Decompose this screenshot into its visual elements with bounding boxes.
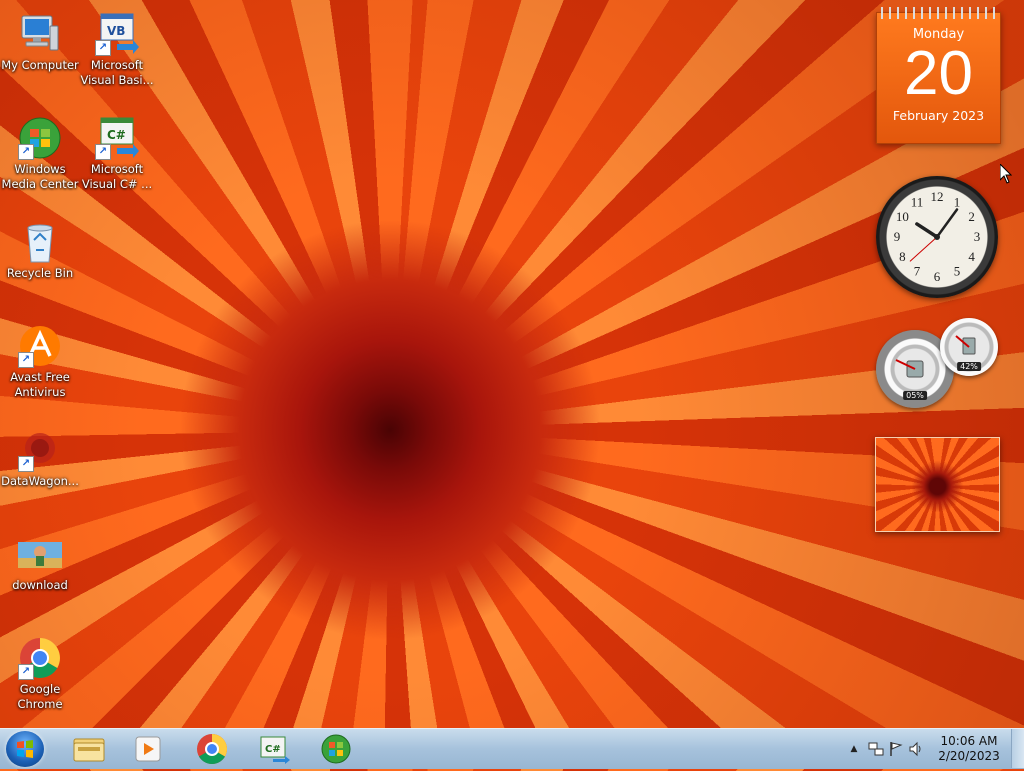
image-file-icon: [18, 532, 62, 576]
svg-text:C#: C#: [265, 744, 281, 755]
desktop-icon-windows-media-center[interactable]: ↗ Windows Media Center: [0, 110, 80, 192]
desktop-icon-label: Google Chrome: [17, 682, 63, 711]
clock-numeral: 9: [894, 229, 901, 244]
desktop-icon-label: Recycle Bin: [6, 266, 74, 280]
show-hidden-icons-button[interactable]: ▲: [846, 741, 862, 757]
desktop-icon-label: Microsoft Visual Basi...: [80, 58, 154, 87]
system-tray: ▲ 10:06 AM 2/20/2023: [834, 729, 1024, 769]
clock-numeral: 2: [968, 209, 975, 224]
chrome-icon: ↗: [18, 636, 62, 680]
clock-numeral: 11: [911, 194, 924, 209]
calendar-month-year: February 2023: [892, 108, 985, 123]
desktop-icon-download[interactable]: download: [0, 526, 80, 593]
ram-meter-gadget[interactable]: 42%: [940, 318, 998, 376]
taskbar-visual-csharp[interactable]: C#: [249, 731, 301, 767]
clock-hour-hand: [915, 222, 939, 239]
media-player-icon: [135, 736, 161, 762]
windows-media-center-icon: ↗: [18, 116, 62, 160]
svg-text:VB: VB: [107, 24, 125, 38]
shortcut-arrow-icon: ↗: [95, 144, 111, 160]
clock-numeral: 6: [934, 269, 941, 284]
taskbar-windows-explorer[interactable]: [63, 731, 115, 767]
visual-basic-icon: VB ↗: [95, 12, 139, 56]
windows-media-center-icon: [321, 734, 351, 764]
desktop-icon-google-chrome[interactable]: ↗ Google Chrome: [0, 630, 80, 712]
folder-icon: [73, 738, 105, 762]
volume-icon[interactable]: [908, 741, 924, 757]
desktop-icon-label: Windows Media Center: [1, 162, 79, 191]
computer-icon: [18, 12, 62, 56]
network-icon[interactable]: [868, 741, 884, 757]
calendar-rings: [881, 7, 996, 19]
tray-date: 2/20/2023: [938, 749, 1000, 763]
desktop-icon-my-computer[interactable]: My Computer: [0, 6, 80, 73]
tray-time: 10:06 AM: [940, 734, 998, 748]
avast-icon: ↗: [18, 324, 62, 368]
taskbar-media-player[interactable]: [122, 731, 174, 767]
clock-numeral: 8: [899, 249, 906, 264]
visual-csharp-icon: C#: [260, 736, 290, 764]
action-center-flag-icon[interactable]: [888, 741, 904, 757]
cpu-usage-value: 05%: [903, 391, 927, 400]
clock-numeral: 4: [968, 249, 975, 264]
desktop-icon-label: download: [12, 578, 68, 592]
mouse-cursor-icon: [1000, 164, 1012, 184]
visual-csharp-icon: C# ↗: [95, 116, 139, 160]
clock-gadget[interactable]: 12 1 2 3 4 5 6 7 8 9 10 11: [876, 176, 998, 298]
shortcut-arrow-icon: ↗: [18, 352, 34, 368]
clock-face: 12 12 3 45678 9 1011: [894, 189, 981, 284]
desktop-icon-recycle-bin[interactable]: Recycle Bin: [0, 214, 80, 281]
calendar-day: 20: [904, 39, 973, 108]
chrome-icon: [197, 734, 228, 765]
windows-logo-icon: [17, 740, 33, 758]
desktop-icon-label: Microsoft Visual C# ...: [81, 162, 153, 191]
clock-numeral: 12: [931, 189, 944, 204]
ram-usage-value: 42%: [957, 362, 981, 371]
calendar-gadget[interactable]: Monday 20 February 2023: [876, 7, 1001, 144]
clock-center-pin: [934, 234, 940, 240]
desktop-icon-label: My Computer: [1, 58, 79, 72]
svg-text:C#: C#: [107, 128, 126, 142]
datawagon-icon: ↗: [18, 428, 62, 472]
start-button[interactable]: [6, 731, 44, 767]
clock-display[interactable]: 10:06 AM 2/20/2023: [934, 734, 1004, 764]
shortcut-arrow-icon: ↗: [18, 456, 34, 472]
clock-numeral: 10: [896, 209, 909, 224]
show-desktop-button[interactable]: [1011, 729, 1024, 768]
taskbar-windows-media-center[interactable]: [310, 731, 362, 767]
shortcut-arrow-icon: ↗: [95, 40, 111, 56]
taskbar-google-chrome[interactable]: [186, 731, 238, 767]
slideshow-gadget[interactable]: [875, 437, 1000, 532]
desktop-icon-avast[interactable]: ↗ Avast Free Antivirus: [0, 318, 80, 400]
desktop-icon-label: Avast Free Antivirus: [10, 370, 70, 399]
clock-numeral: 3: [974, 229, 981, 244]
clock-numeral: 5: [954, 264, 961, 279]
recycle-bin-icon: [18, 220, 62, 264]
shortcut-arrow-icon: ↗: [18, 144, 34, 160]
clock-minute-hand: [935, 208, 959, 239]
clock-numeral: 7: [914, 264, 921, 279]
desktop-icon-visual-basic[interactable]: VB ↗ Microsoft Visual Basi...: [77, 6, 157, 88]
clock-numeral: 1: [954, 194, 961, 209]
desktop-icon-visual-csharp[interactable]: C# ↗ Microsoft Visual C# ...: [77, 110, 157, 192]
clock-second-hand: [909, 236, 938, 262]
shortcut-arrow-icon: ↗: [18, 664, 34, 680]
desktop-icon-datawagon[interactable]: ↗ DataWagon...: [0, 422, 80, 489]
desktop-icon-label: DataWagon...: [1, 474, 79, 488]
taskbar: C# ▲ 10:06 AM 2/20/2023: [0, 728, 1024, 769]
